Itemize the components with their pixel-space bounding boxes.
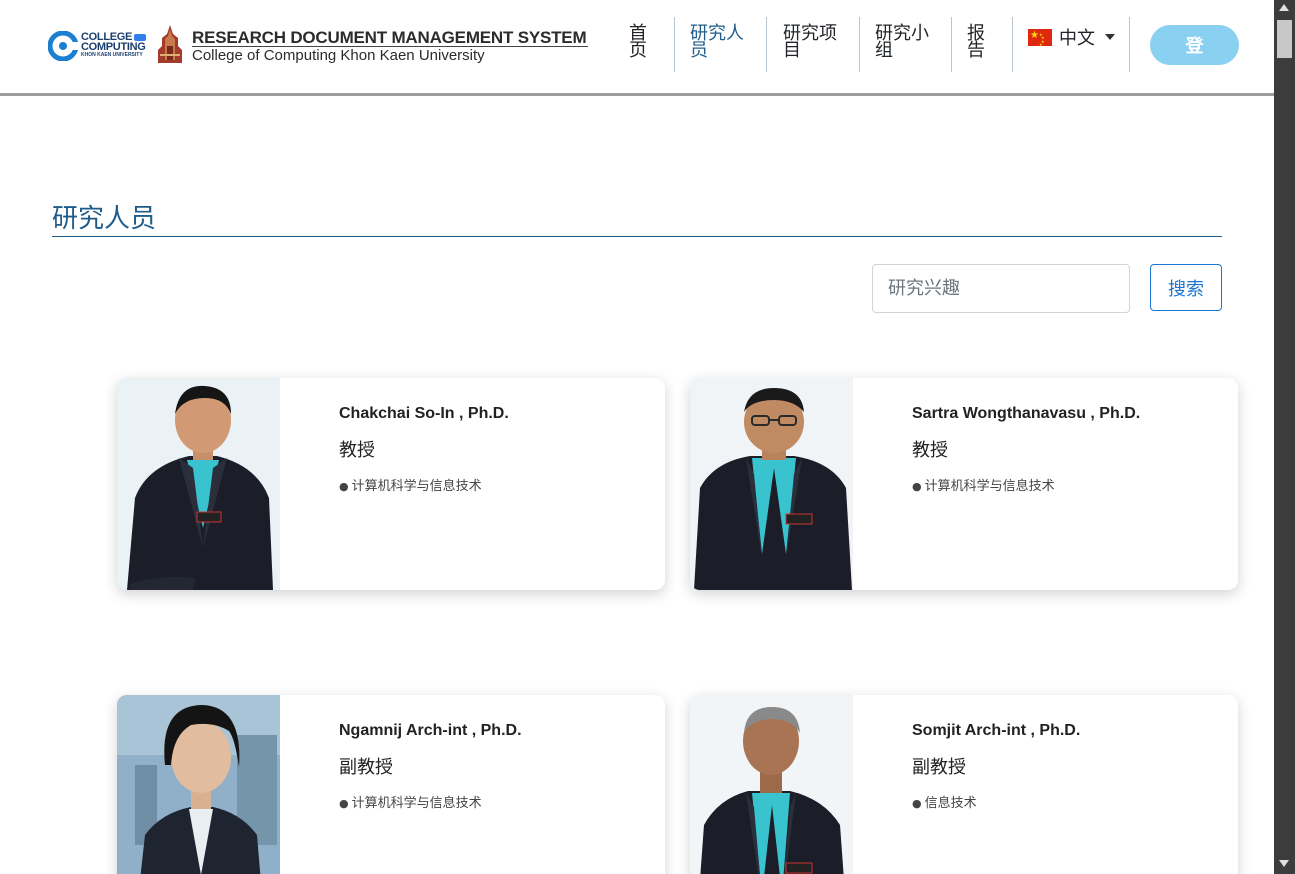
researcher-photo (117, 695, 280, 874)
nav-divider (1129, 17, 1130, 72)
researcher-photo (117, 378, 280, 590)
researcher-field-text: 计算机科学与信息技术 (924, 479, 1055, 494)
system-title: RESEARCH DOCUMENT MANAGEMENT SYSTEM (192, 28, 587, 47)
bullet-icon: ● (912, 797, 922, 810)
researcher-field-text: 信息技术 (924, 796, 977, 811)
nav-projects-line2: 目 (783, 40, 801, 61)
page-viewport: COLLEGE COMPUTING KHON KAEN UNIVERSITY R… (0, 0, 1274, 874)
nav-researchers-line2: 员 (690, 40, 708, 61)
nav-home[interactable]: 首 页 (629, 25, 647, 61)
researcher-rank: 教授 (912, 440, 948, 461)
research-interest-search-input[interactable] (872, 264, 1130, 313)
scroll-down-icon[interactable] (1279, 860, 1289, 867)
researcher-name: Somjit Arch-int , Ph.D. (912, 722, 1081, 739)
language-label: 中文 (1059, 28, 1095, 49)
college-of-computing-logo[interactable]: COLLEGE COMPUTING KHON KAEN UNIVERSITY (48, 30, 152, 61)
login-button[interactable]: 登 (1150, 25, 1239, 65)
researcher-field-text: 计算机科学与信息技术 (351, 479, 482, 494)
bullet-icon: ● (912, 480, 922, 493)
nav-groups-line2: 组 (875, 40, 893, 61)
researcher-name: Sartra Wongthanavasu , Ph.D. (912, 405, 1141, 422)
page-title-divider (52, 236, 1222, 237)
top-header: COLLEGE COMPUTING KHON KAEN UNIVERSITY R… (0, 0, 1274, 96)
researcher-card[interactable]: Ngamnij Arch-int , Ph.D. 副教授 ● 计算机科学与信息技术 (117, 695, 665, 874)
researcher-card[interactable]: Somjit Arch-int , Ph.D. 副教授 ● 信息技术 (690, 695, 1238, 874)
search-button[interactable]: 搜索 (1150, 264, 1222, 311)
researcher-field: ● 计算机科学与信息技术 (339, 475, 482, 494)
nav-home-line2: 页 (629, 40, 647, 61)
language-selector[interactable]: ★ ★ ★ ★ ★ 中文 (1028, 24, 1115, 50)
researcher-card[interactable]: Chakchai So-In , Ph.D. 教授 ● 计算机科学与信息技术 (117, 378, 665, 590)
nav-projects[interactable]: 研究项 目 (783, 25, 837, 61)
researcher-field: ● 计算机科学与信息技术 (912, 475, 1055, 494)
researcher-photo (690, 378, 853, 590)
nav-divider (766, 17, 767, 72)
caret-down-icon (1105, 34, 1115, 40)
nav-divider (859, 17, 860, 72)
researcher-rank: 副教授 (339, 757, 393, 778)
researcher-photo (690, 695, 853, 874)
nav-divider (674, 17, 675, 72)
kku-seal-logo (158, 25, 182, 63)
researcher-name: Ngamnij Arch-int , Ph.D. (339, 722, 522, 739)
scrollbar-thumb[interactable] (1277, 20, 1292, 58)
page-title: 研究人员 (52, 204, 157, 234)
researcher-field-text: 计算机科学与信息技术 (351, 796, 482, 811)
scroll-up-icon[interactable] (1279, 4, 1289, 11)
system-subtitle: College of Computing Khon Kaen Universit… (192, 47, 485, 64)
nav-reports[interactable]: 报 告 (967, 25, 985, 61)
researcher-name: Chakchai So-In , Ph.D. (339, 405, 509, 422)
china-flag-icon: ★ ★ ★ ★ ★ (1028, 28, 1052, 47)
nav-reports-line2: 告 (967, 40, 985, 61)
researcher-field: ● 计算机科学与信息技术 (339, 792, 482, 811)
nav-divider (1012, 17, 1013, 72)
researcher-rank: 副教授 (912, 757, 966, 778)
researcher-rank: 教授 (339, 440, 375, 461)
nav-researchers[interactable]: 研究人 员 (690, 25, 744, 61)
logo-of-badge (134, 34, 146, 41)
bullet-icon: ● (339, 480, 349, 493)
researcher-card[interactable]: Sartra Wongthanavasu , Ph.D. 教授 ● 计算机科学与信… (690, 378, 1238, 590)
cc-logo-mark-icon (48, 31, 78, 61)
bullet-icon: ● (339, 797, 349, 810)
nav-divider (951, 17, 952, 72)
nav-groups[interactable]: 研究小 组 (875, 25, 929, 61)
logo-text-kku: KHON KAEN UNIVERSITY (81, 52, 143, 58)
researcher-field: ● 信息技术 (912, 792, 977, 811)
vertical-scrollbar[interactable] (1274, 0, 1295, 874)
